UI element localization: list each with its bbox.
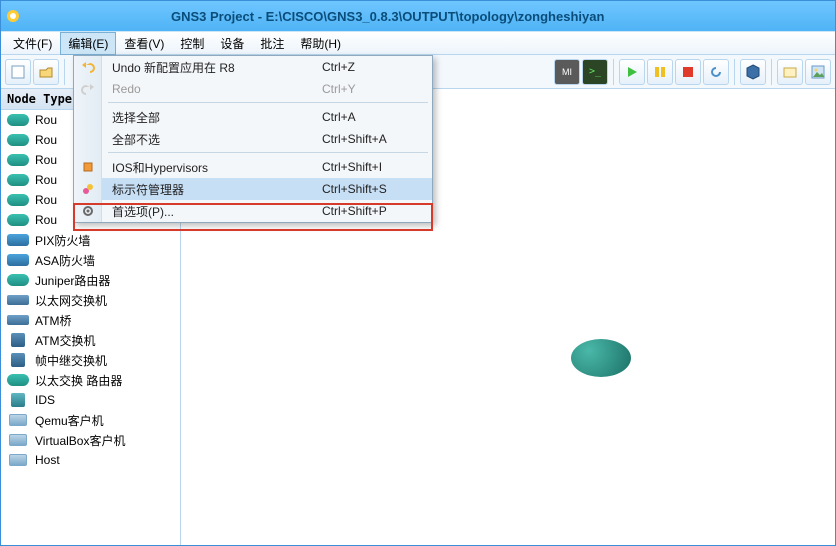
tool-pause[interactable] <box>647 59 673 85</box>
chip-icon <box>74 156 102 178</box>
blank-icon <box>74 128 102 150</box>
menu-help[interactable]: 帮助(H) <box>292 32 349 55</box>
menu-shortcut: Ctrl+Shift+S <box>322 182 432 196</box>
undo-icon <box>74 56 102 78</box>
menu-device[interactable]: 设备 <box>212 32 252 55</box>
node-label: IDS <box>35 393 55 407</box>
menu-file[interactable]: 文件(F) <box>5 32 60 55</box>
node-item[interactable]: 以太交换 路由器 <box>1 370 180 390</box>
node-label: Rou <box>35 193 57 207</box>
menu-control[interactable]: 控制 <box>172 32 212 55</box>
node-item[interactable]: ASA防火墙 <box>1 250 180 270</box>
toolbar-separator <box>734 59 735 85</box>
node-label: Rou <box>35 213 57 227</box>
redo-icon <box>74 78 102 100</box>
node-item[interactable]: IDS <box>1 390 180 410</box>
menu-label: Redo <box>102 82 322 96</box>
tool-console[interactable]: >_ <box>582 59 608 85</box>
window-sysicons <box>5 8 21 24</box>
menu-redo: Redo Ctrl+Y <box>74 78 432 100</box>
node-item[interactable]: 以太网交换机 <box>1 290 180 310</box>
node-label: Rou <box>35 153 57 167</box>
menu-shortcut: Ctrl+Shift+I <box>322 160 432 174</box>
tool-play[interactable] <box>619 59 645 85</box>
tool-open[interactable] <box>33 59 59 85</box>
node-label: PIX防火墙 <box>35 232 90 249</box>
node-label: 帧中继交换机 <box>35 352 107 369</box>
tool-snapshot[interactable]: MI <box>554 59 580 85</box>
node-label: Qemu客户机 <box>35 412 104 429</box>
app-icon <box>5 8 21 24</box>
node-item[interactable]: Juniper路由器 <box>1 270 180 290</box>
menu-view[interactable]: 查看(V) <box>116 32 172 55</box>
node-label: ASA防火墙 <box>35 252 95 269</box>
menu-label: 全部不选 <box>102 131 322 148</box>
node-label: Host <box>35 453 60 467</box>
blank-icon <box>74 106 102 128</box>
menu-symbol-manager[interactable]: 标示符管理器 Ctrl+Shift+S <box>74 178 432 200</box>
node-label: Juniper路由器 <box>35 272 110 289</box>
node-label: VirtualBox客户机 <box>35 432 125 449</box>
canvas-router-node[interactable] <box>571 339 631 377</box>
menu-edit[interactable]: 编辑(E) <box>60 32 116 55</box>
toolbar-separator <box>64 59 65 85</box>
menu-label: 选择全部 <box>102 109 322 126</box>
node-label: ATM交换机 <box>35 332 95 349</box>
menu-select-all[interactable]: 选择全部 Ctrl+A <box>74 106 432 128</box>
tool-stop[interactable] <box>675 59 701 85</box>
node-item[interactable]: Qemu客户机 <box>1 410 180 430</box>
symbol-icon <box>74 178 102 200</box>
menu-shortcut: Ctrl+Shift+A <box>322 132 432 146</box>
node-label: Rou <box>35 113 57 127</box>
toolbar-separator <box>771 59 772 85</box>
tool-new[interactable] <box>5 59 31 85</box>
node-item[interactable]: ATM交换机 <box>1 330 180 350</box>
menu-undo[interactable]: Undo 新配置应用在 R8 Ctrl+Z <box>74 56 432 78</box>
menu-ios-hypervisors[interactable]: IOS和Hypervisors Ctrl+Shift+I <box>74 156 432 178</box>
menu-annot[interactable]: 批注 <box>252 32 292 55</box>
node-label: ATM桥 <box>35 312 71 329</box>
tool-reload[interactable] <box>703 59 729 85</box>
menubar: 文件(F) 编辑(E) 查看(V) 控制 设备 批注 帮助(H) <box>1 31 835 55</box>
menu-label: 首选项(P)... <box>102 203 322 220</box>
menu-shortcut: Ctrl+Z <box>322 60 432 74</box>
gear-icon <box>74 200 102 222</box>
window-title: GNS3 Project - E:\CISCO\GNS3_0.8.3\OUTPU… <box>171 9 604 24</box>
menu-label: 标示符管理器 <box>102 181 322 198</box>
node-item[interactable]: ATM桥 <box>1 310 180 330</box>
tool-notes[interactable] <box>777 59 803 85</box>
node-item[interactable]: 帧中继交换机 <box>1 350 180 370</box>
menu-shortcut: Ctrl+Y <box>322 82 432 96</box>
tool-picture[interactable] <box>805 59 831 85</box>
node-item[interactable]: Host <box>1 450 180 470</box>
node-label: 以太网交换机 <box>35 292 107 309</box>
menu-select-none[interactable]: 全部不选 Ctrl+Shift+A <box>74 128 432 150</box>
node-label: 以太交换 路由器 <box>35 372 122 389</box>
node-label: Rou <box>35 133 57 147</box>
menu-preferences[interactable]: 首选项(P)... Ctrl+Shift+P <box>74 200 432 222</box>
menu-label: Undo 新配置应用在 R8 <box>102 59 322 76</box>
menu-label: IOS和Hypervisors <box>102 159 322 176</box>
titlebar: GNS3 Project - E:\CISCO\GNS3_0.8.3\OUTPU… <box>1 1 835 31</box>
menu-shortcut: Ctrl+Shift+P <box>322 204 432 218</box>
edit-menu-dropdown: Undo 新配置应用在 R8 Ctrl+Z Redo Ctrl+Y 选择全部 C… <box>73 55 433 223</box>
menu-shortcut: Ctrl+A <box>322 110 432 124</box>
node-item[interactable]: VirtualBox客户机 <box>1 430 180 450</box>
toolbar-separator <box>613 59 614 85</box>
tool-vbox[interactable] <box>740 59 766 85</box>
node-label: Rou <box>35 173 57 187</box>
node-item[interactable]: PIX防火墙 <box>1 230 180 250</box>
